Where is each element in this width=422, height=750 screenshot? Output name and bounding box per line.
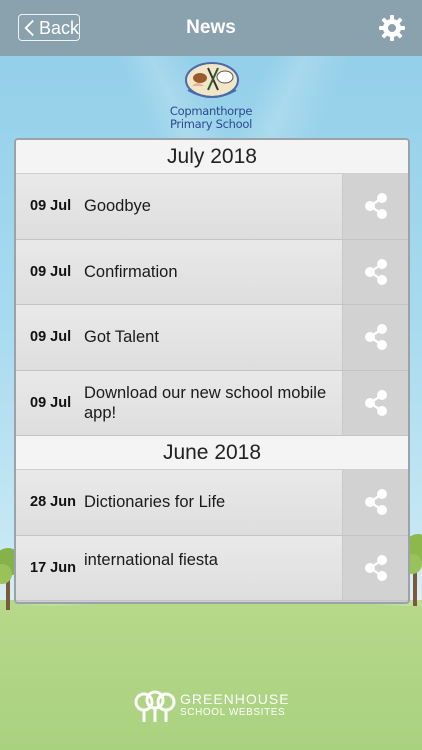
news-date: 09 Jul — [30, 394, 72, 411]
month-header-july: July 2018 — [16, 140, 408, 174]
school-name: Copmanthorpe Primary School — [150, 105, 272, 131]
greenhouse-footer-logo: GREENHOUSE SCHOOL WEBSITES — [134, 688, 294, 724]
share-icon — [364, 193, 387, 220]
gear-icon[interactable] — [378, 14, 406, 42]
footer-brand-line1: GREENHOUSE — [180, 691, 290, 707]
month-header-june: June 2018 — [16, 436, 408, 470]
share-icon — [364, 489, 387, 516]
share-button[interactable] — [342, 470, 408, 535]
news-list: July 2018 09 Jul Goodbye 09 Jul Confirma… — [14, 138, 410, 604]
news-date: 17 Jun — [30, 559, 76, 576]
news-date: 28 Jun — [30, 494, 76, 511]
share-icon — [364, 389, 387, 416]
share-button[interactable] — [342, 370, 408, 435]
news-date: 09 Jul — [30, 263, 72, 280]
news-item[interactable]: 09 Jul Got Talent — [16, 305, 408, 371]
news-date: 09 Jul — [30, 198, 72, 215]
share-icon — [364, 258, 387, 285]
news-title: Got Talent — [84, 328, 159, 347]
share-button[interactable] — [342, 305, 408, 370]
news-title: Download our new school mobile app! — [84, 383, 327, 422]
news-item[interactable]: 28 Jun Dictionaries for Life — [16, 470, 408, 536]
page-title: News — [186, 17, 236, 38]
news-item[interactable]: 09 Jul Download our new school mobile ap… — [16, 370, 408, 436]
news-title: Goodbye — [84, 197, 151, 216]
news-title: Confirmation — [84, 262, 178, 281]
news-item[interactable]: 17 Jun international fiesta — [16, 535, 408, 601]
news-title: international fiesta — [84, 550, 218, 569]
school-name-line2: Primary School — [169, 117, 253, 131]
share-icon — [364, 324, 387, 351]
share-button[interactable] — [342, 535, 408, 600]
top-navigation-bar: Back News — [0, 0, 422, 56]
news-date: 09 Jul — [30, 329, 72, 346]
share-button[interactable] — [342, 239, 408, 304]
news-item[interactable]: 09 Jul Confirmation — [16, 239, 408, 305]
greenhouse-tree-icon — [134, 690, 176, 722]
share-button[interactable] — [342, 174, 408, 239]
news-title: Dictionaries for Life — [84, 493, 226, 512]
news-item[interactable]: 09 Jul Goodbye — [16, 174, 408, 240]
share-icon — [364, 554, 387, 581]
footer-brand-line2: SCHOOL WEBSITES — [180, 707, 286, 718]
